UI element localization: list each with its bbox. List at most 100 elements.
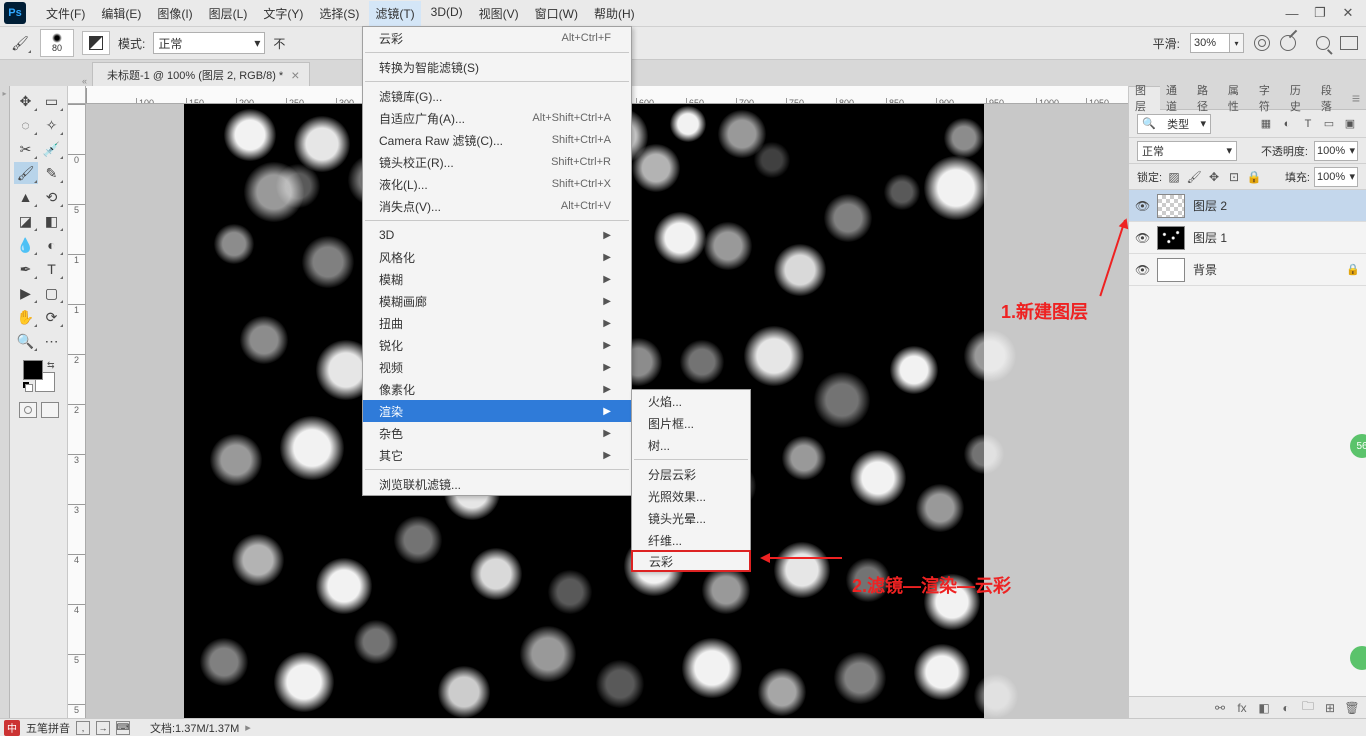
window-close-button[interactable]: ✕ [1334, 3, 1362, 23]
gradient-tool[interactable]: ◧ [40, 210, 64, 232]
menu-item-other[interactable]: 其它▶ [363, 444, 631, 466]
filter-adjust-icon[interactable]: ◐ [1279, 116, 1295, 132]
collapsed-panel-strip[interactable]: ▸ [0, 86, 10, 718]
lock-artboard-icon[interactable]: ⊡ [1226, 169, 1242, 185]
layer-name[interactable]: 背景 [1193, 261, 1338, 278]
filter-smart-icon[interactable]: ▣ [1342, 116, 1358, 132]
menu-filter[interactable]: 滤镜(T) [369, 1, 420, 26]
eraser-tool[interactable]: ◪ [14, 210, 38, 232]
pencil-tool[interactable]: ✎ [40, 162, 64, 184]
lasso-tool[interactable]: ◌ [14, 114, 38, 136]
layer-filter-select[interactable]: 🔍 类型 ▾ [1137, 114, 1211, 134]
ime-punct-icon[interactable]: , [76, 721, 90, 735]
menu-item-3d[interactable]: 3D▶ [363, 224, 631, 246]
hand-tool[interactable]: ✋ [14, 306, 38, 328]
filter-type-icon[interactable]: T [1300, 116, 1316, 132]
dodge-tool[interactable]: ◐ [40, 234, 64, 256]
menu-item-last-filter[interactable]: 云彩Alt+Ctrl+F [363, 27, 631, 49]
eyedropper-tool[interactable]: 💉 [40, 138, 64, 160]
tab-paragraph[interactable]: 段落 [1315, 86, 1346, 110]
menu-item-gallery[interactable]: 滤镜库(G)... [363, 85, 631, 107]
layer-thumbnail[interactable] [1157, 194, 1185, 218]
new-layer-icon[interactable]: ⊞ [1322, 701, 1338, 715]
filter-pixel-icon[interactable]: ▦ [1258, 116, 1274, 132]
mask-icon[interactable]: ◧ [1256, 701, 1272, 715]
move-tool[interactable]: ✥ [14, 90, 38, 112]
menu-item-frame[interactable]: 图片框... [632, 412, 750, 434]
layer-thumbnail[interactable] [1157, 226, 1185, 250]
gear-icon[interactable] [1254, 35, 1270, 51]
ime-kbd-icon[interactable]: ⌨ [116, 721, 130, 735]
zoom-tool[interactable]: 🔍 [14, 330, 38, 352]
quickmask-mode-icon[interactable] [41, 402, 59, 418]
menu-item-lens[interactable]: 镜头校正(R)...Shift+Ctrl+R [363, 151, 631, 173]
brush-panel-toggle[interactable] [82, 31, 110, 55]
menu-item-sharpen[interactable]: 锐化▶ [363, 334, 631, 356]
ruler-origin[interactable] [68, 86, 86, 104]
layer-row[interactable]: 👁 背景 🔒 [1129, 254, 1366, 286]
menu-item-blur[interactable]: 模糊▶ [363, 268, 631, 290]
fill-adjust-icon[interactable]: ◐ [1278, 701, 1294, 715]
lock-transparent-icon[interactable]: ▨ [1166, 169, 1182, 185]
foreground-color[interactable] [23, 360, 43, 380]
lock-image-icon[interactable]: 🖌 [1186, 169, 1202, 185]
window-minimize-button[interactable]: — [1278, 3, 1306, 23]
menu-type[interactable]: 文字(Y) [257, 1, 309, 26]
menu-item-adaptive[interactable]: 自适应广角(A)...Alt+Shift+Ctrl+A [363, 107, 631, 129]
document-tab[interactable]: 未标题-1 @ 100% (图层 2, RGB/8) * × [92, 62, 310, 86]
layer-name[interactable]: 图层 2 [1193, 197, 1360, 214]
menu-item-stylize[interactable]: 风格化▶ [363, 246, 631, 268]
visibility-eye-icon[interactable]: 👁 [1135, 199, 1149, 213]
menu-3d[interactable]: 3D(D) [425, 1, 469, 26]
marquee-tool[interactable]: ▭ [40, 90, 64, 112]
pen-tool[interactable]: ✒ [14, 258, 38, 280]
menu-item-distort[interactable]: 扭曲▶ [363, 312, 631, 334]
menu-item-noise[interactable]: 杂色▶ [363, 422, 631, 444]
visibility-eye-icon[interactable]: 👁 [1135, 231, 1149, 245]
vertical-ruler[interactable]: 051122334455 [68, 104, 86, 718]
color-swatch[interactable]: ⇆ [23, 360, 55, 392]
menu-help[interactable]: 帮助(H) [588, 1, 641, 26]
menu-item-lens-flare[interactable]: 镜头光晕... [632, 507, 750, 529]
menu-item-video[interactable]: 视频▶ [363, 356, 631, 378]
flow-value-input[interactable]: 30% [1190, 33, 1230, 53]
tab-character[interactable]: 字符 [1253, 86, 1284, 110]
type-tool[interactable]: T [40, 258, 64, 280]
link-layers-icon[interactable]: ⚯ [1212, 701, 1228, 715]
edit-toolbar[interactable]: ⋯ [40, 330, 64, 352]
layer-row[interactable]: 👁 图层 2 [1129, 190, 1366, 222]
blend-mode-select[interactable]: 正常▾ [153, 32, 265, 54]
brush-tool[interactable]: 🖌 [14, 162, 38, 184]
trash-icon[interactable]: 🗑 [1344, 701, 1360, 715]
menu-select[interactable]: 选择(S) [313, 1, 365, 26]
visibility-eye-icon[interactable]: 👁 [1135, 263, 1149, 277]
clone-stamp-tool[interactable]: ▲ [14, 186, 38, 208]
menu-item-convert-smart[interactable]: 转换为智能滤镜(S) [363, 56, 631, 78]
menu-image[interactable]: 图像(I) [151, 1, 198, 26]
fill-input[interactable]: 100%▾ [1314, 167, 1358, 187]
layer-thumbnail[interactable] [1157, 258, 1185, 282]
menu-item-tree[interactable]: 树... [632, 434, 750, 456]
menu-item-liquify[interactable]: 液化(L)...Shift+Ctrl+X [363, 173, 631, 195]
menu-layer[interactable]: 图层(L) [203, 1, 254, 26]
search-icon[interactable] [1316, 36, 1330, 50]
tab-properties[interactable]: 属性 [1222, 86, 1253, 110]
menu-item-vanishing[interactable]: 消失点(V)...Alt+Ctrl+V [363, 195, 631, 217]
tab-scroll-left[interactable]: « [82, 76, 92, 86]
menu-item-flame[interactable]: 火焰... [632, 390, 750, 412]
menu-item-browse-online[interactable]: 浏览联机滤镜... [363, 473, 631, 495]
menu-window[interactable]: 窗口(W) [529, 1, 584, 26]
swap-colors-icon[interactable]: ⇆ [47, 360, 55, 371]
symmetry-icon[interactable] [1280, 35, 1296, 51]
menu-item-camera-raw[interactable]: Camera Raw 滤镜(C)...Shift+Ctrl+A [363, 129, 631, 151]
menu-item-render[interactable]: 渲染▶ [363, 400, 631, 422]
opacity-input[interactable]: 100%▾ [1314, 141, 1358, 161]
layer-name[interactable]: 图层 1 [1193, 229, 1360, 246]
menu-edit[interactable]: 编辑(E) [95, 1, 147, 26]
panel-menu-icon[interactable]: ≡ [1346, 90, 1366, 106]
flow-dropdown[interactable]: ▾ [1230, 33, 1244, 53]
ime-width-icon[interactable]: → [96, 721, 110, 735]
crop-tool[interactable]: ✂ [14, 138, 38, 160]
fx-icon[interactable]: fx [1234, 701, 1250, 715]
menu-item-fibers[interactable]: 纤维... [632, 529, 750, 551]
